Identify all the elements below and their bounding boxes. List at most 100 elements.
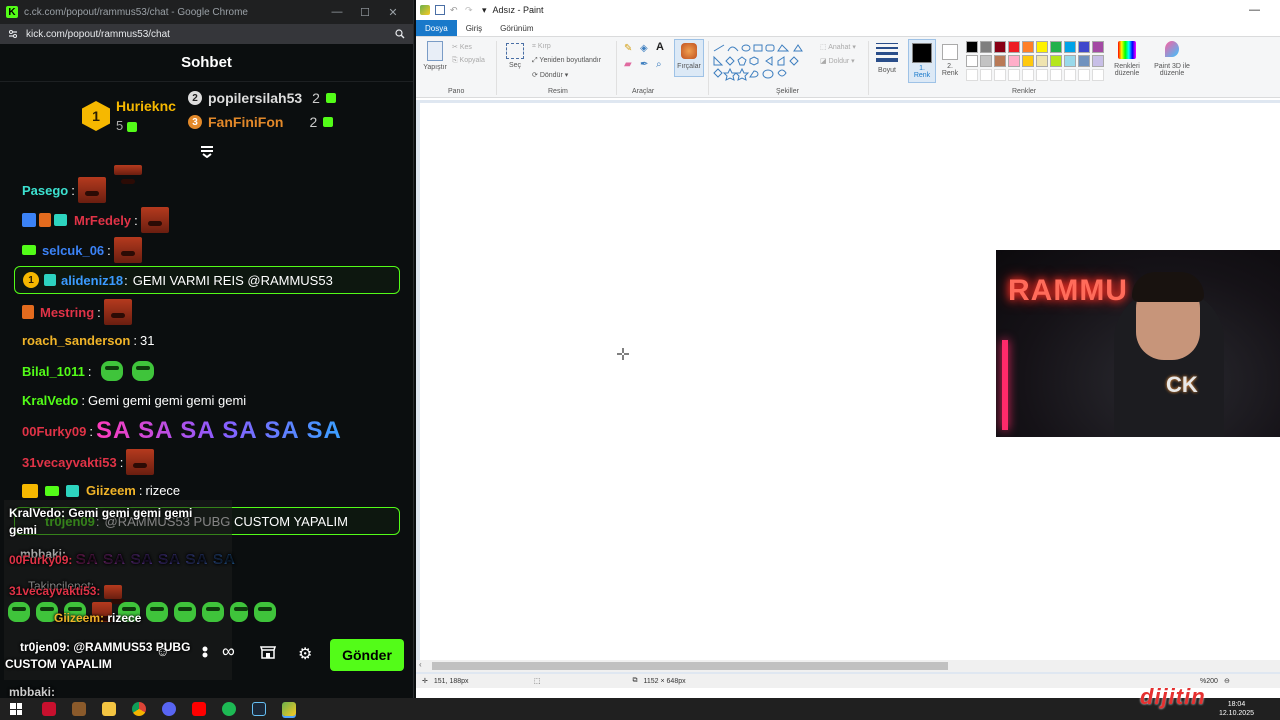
qa-dropdown-icon[interactable]: ▾ — [482, 5, 487, 16]
send-button[interactable]: Gönder — [330, 639, 404, 671]
color-swatch[interactable] — [1008, 55, 1020, 67]
tab-home[interactable]: Giriş — [457, 20, 491, 36]
color1-button[interactable]: 1. Renk — [908, 39, 936, 83]
color-swatch[interactable] — [1092, 41, 1104, 53]
color-swatch[interactable] — [1092, 55, 1104, 67]
text-icon[interactable]: A — [656, 41, 664, 53]
message-username[interactable]: MrFedely — [74, 213, 131, 228]
color-swatch[interactable] — [1064, 55, 1076, 67]
youtube-icon[interactable] — [192, 702, 206, 716]
message-username[interactable]: Giizeem — [86, 483, 136, 498]
message-username[interactable]: Mestring — [40, 305, 94, 320]
url-bar[interactable]: kick.com/popout/rammus53/chat — [0, 24, 413, 44]
redo-icon[interactable]: ↷ — [465, 5, 475, 15]
paint3d-button[interactable]: Paint 3D ile düzenle — [1148, 41, 1196, 77]
minimize-button[interactable]: — — [323, 6, 351, 18]
select-button[interactable]: Seç — [504, 43, 526, 69]
message-username[interactable]: 00Furky09 — [22, 424, 86, 439]
message-username[interactable]: Bilal_1011 — [22, 364, 85, 379]
color-swatch-empty[interactable] — [1050, 69, 1062, 81]
resize-button[interactable]: ⤢ Yeniden boyutlandır — [532, 57, 601, 65]
copy-button[interactable]: ⎘ Kopyala — [452, 57, 485, 65]
spotify-icon[interactable] — [222, 702, 236, 716]
color-swatch[interactable] — [1078, 55, 1090, 67]
color-swatch-empty[interactable] — [1092, 69, 1104, 81]
undo-icon[interactable]: ↶ — [450, 5, 460, 15]
crop-button[interactable]: ⌗ Kırp — [532, 43, 551, 51]
url-text[interactable]: kick.com/popout/rammus53/chat — [26, 29, 395, 40]
infinity-icon[interactable]: ∞ — [222, 641, 235, 662]
message-username[interactable]: KralVedo — [22, 393, 78, 408]
shapes-gallery[interactable] — [712, 43, 816, 83]
edit-colors-button[interactable]: Renkleri düzenle — [1110, 41, 1144, 77]
folder-icon[interactable] — [102, 702, 116, 716]
tab-file[interactable]: Dosya — [416, 20, 457, 36]
color-swatch[interactable] — [1022, 41, 1034, 53]
color-swatch[interactable] — [1050, 55, 1062, 67]
color-swatch[interactable] — [1036, 55, 1048, 67]
color2-button[interactable]: 2. Renk — [938, 39, 962, 83]
scrollbar-thumb[interactable] — [432, 662, 948, 670]
minimize-button[interactable]: — — [1249, 4, 1260, 16]
fill-bucket-icon[interactable]: ◈ — [640, 43, 648, 54]
tab-view[interactable]: Görünüm — [491, 20, 542, 36]
pencil-icon[interactable]: ✎ — [624, 43, 632, 54]
color-swatch[interactable] — [1064, 41, 1076, 53]
color-swatch[interactable] — [980, 55, 992, 67]
rotate-button[interactable]: ⟳ Döndür ▾ — [532, 71, 568, 79]
leader-first[interactable]: 1 Hurieknc 5 — [82, 96, 176, 136]
leader-third[interactable]: 3 FanFiniFon 2 — [188, 114, 334, 130]
cut-button[interactable]: ✂ Kes — [452, 43, 472, 51]
message-username[interactable]: selcuk_06 — [42, 243, 104, 258]
brushes-button[interactable]: Fırçalar — [674, 39, 704, 77]
color-swatch-empty[interactable] — [1064, 69, 1076, 81]
color-palette[interactable] — [966, 41, 1106, 85]
app-icon[interactable] — [42, 702, 56, 716]
message-username[interactable]: 31vecayvakti53 — [22, 455, 117, 470]
horizontal-scrollbar[interactable]: ‹ — [416, 660, 1280, 672]
color-swatch-empty[interactable] — [1022, 69, 1034, 81]
store-icon[interactable] — [259, 644, 277, 665]
settings-gear-icon[interactable]: ⚙ — [298, 644, 312, 664]
system-tray-clock[interactable]: 18:04 12.10.2025 — [1219, 700, 1254, 718]
color-swatch-empty[interactable] — [966, 69, 978, 81]
pinned-icon[interactable] — [200, 644, 216, 663]
steam-icon[interactable] — [252, 702, 266, 716]
message-username[interactable]: Pasego — [22, 183, 68, 198]
magnifier-icon[interactable]: ⌕ — [656, 59, 662, 70]
color-swatch[interactable] — [980, 41, 992, 53]
color-swatch-empty[interactable] — [1078, 69, 1090, 81]
zoom-out-icon[interactable]: ⊖ — [1224, 677, 1230, 685]
eraser-icon[interactable]: ▰ — [624, 59, 632, 70]
color-swatch[interactable] — [994, 55, 1006, 67]
app-icon[interactable] — [72, 702, 86, 716]
paste-button[interactable]: Yapıştır — [422, 41, 448, 71]
zoom-icon[interactable] — [395, 29, 405, 39]
color-swatch-empty[interactable] — [994, 69, 1006, 81]
windows-start-icon[interactable] — [10, 703, 22, 715]
color-swatch[interactable] — [966, 41, 978, 53]
color-swatch[interactable] — [994, 41, 1006, 53]
message-username[interactable]: roach_sanderson — [22, 333, 130, 348]
size-button[interactable]: Boyut — [874, 41, 900, 74]
fill-button[interactable]: ◪ Doldur ▾ — [820, 57, 855, 65]
collapse-leaderboard-icon[interactable] — [0, 146, 413, 160]
save-icon[interactable] — [435, 5, 445, 15]
color-swatch-empty[interactable] — [1036, 69, 1048, 81]
chrome-icon[interactable] — [132, 702, 146, 716]
color-swatch[interactable] — [1078, 41, 1090, 53]
leader-second[interactable]: 2 popilersilah53 2 — [188, 90, 336, 106]
color-swatch[interactable] — [1022, 55, 1034, 67]
app-icon[interactable] — [162, 702, 176, 716]
color-swatch[interactable] — [1036, 41, 1048, 53]
color-swatch[interactable] — [1050, 41, 1062, 53]
paint-taskbar-icon[interactable] — [282, 702, 296, 716]
emote-picker-icon[interactable]: ☺ — [156, 644, 169, 659]
color-swatch-empty[interactable] — [980, 69, 992, 81]
message-username[interactable]: alideniz18 — [61, 273, 123, 288]
color-swatch[interactable] — [966, 55, 978, 67]
color-picker-icon[interactable]: ✒ — [640, 59, 648, 70]
maximize-button[interactable]: ☐ — [351, 6, 379, 19]
scroll-left-icon[interactable]: ‹ — [419, 660, 422, 669]
color-swatch[interactable] — [1008, 41, 1020, 53]
